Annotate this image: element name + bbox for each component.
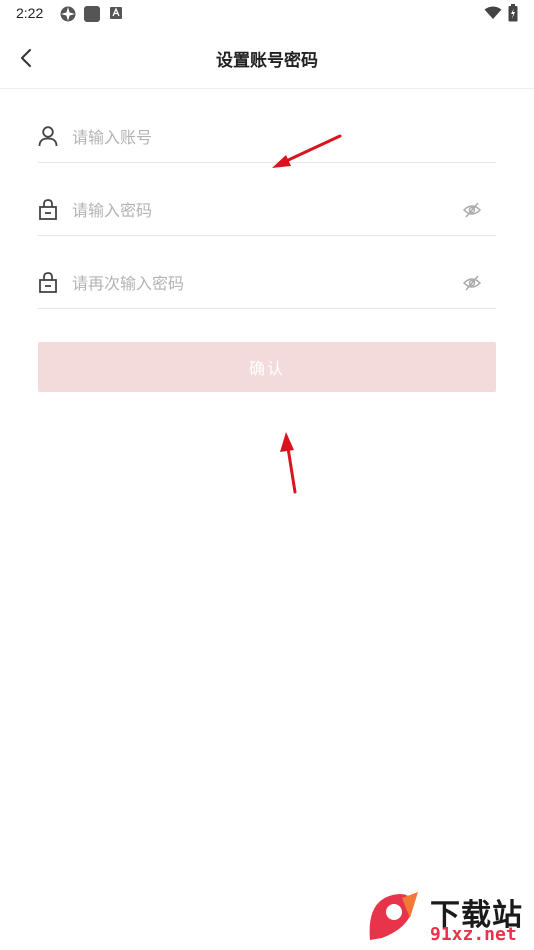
annotation-arrow-icon [280,432,297,494]
annotation-arrow-icon [272,134,342,168]
confirm-password-input[interactable] [72,266,452,300]
watermark: 下载站 91xz.net [350,880,534,950]
app-notification-icon [84,6,100,22]
battery-icon [508,4,518,22]
sync-icon [60,6,76,22]
eye-off-icon[interactable] [462,201,482,219]
brand-logo-icon [369,892,418,940]
font-notification-icon [110,7,122,19]
confirm-button[interactable]: 确认 [38,342,496,392]
header: 设置账号密码 [0,28,534,89]
lock-icon [39,199,57,220]
eye-off-icon[interactable] [462,274,482,292]
status-bar: 2:22 [0,0,534,28]
user-icon [38,126,58,147]
wifi-icon [484,6,502,19]
confirm-password-row [38,258,496,309]
page-title: 设置账号密码 [216,51,318,71]
watermark-site: 91xz.net [430,924,517,945]
password-row [38,185,496,236]
password-input[interactable] [72,193,452,227]
status-time: 2:22 [16,5,44,21]
lock-icon [39,272,57,293]
